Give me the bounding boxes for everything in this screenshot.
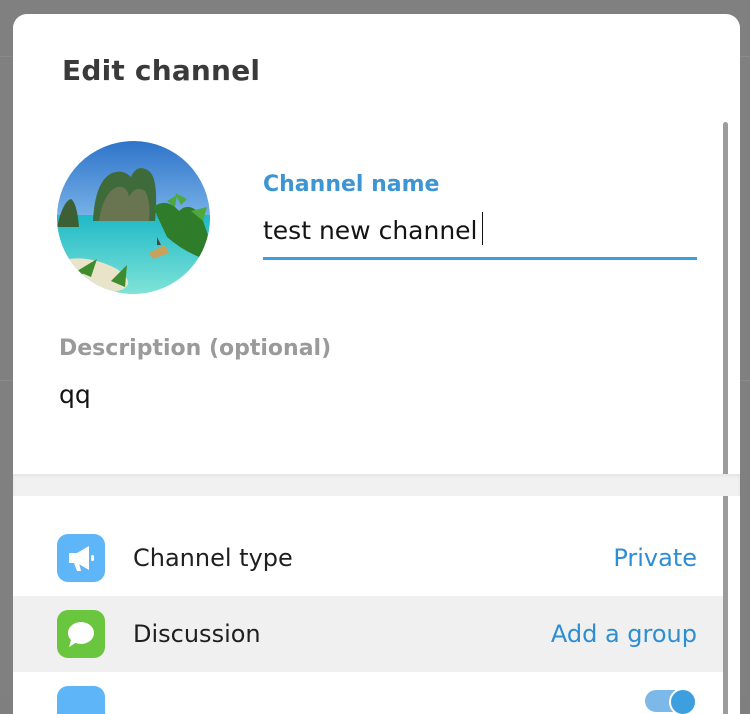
avatar-image [57, 141, 210, 294]
setting-value-link[interactable]: Add a group [551, 620, 697, 648]
setting-row-discussion[interactable]: Discussion Add a group [13, 596, 723, 672]
dialog-title: Edit channel [62, 54, 261, 87]
text-caret [482, 212, 483, 245]
channel-name-underline [263, 257, 697, 260]
toggle-knob [669, 688, 697, 714]
chat-bubble-icon [57, 610, 105, 658]
channel-name-input[interactable] [263, 210, 697, 250]
signature-toggle[interactable] [645, 688, 697, 714]
scrollbar[interactable] [723, 122, 728, 714]
description-label: Description (optional) [59, 336, 332, 361]
signature-icon [57, 686, 105, 714]
channel-avatar[interactable] [57, 141, 210, 294]
setting-row-channel-type[interactable]: Channel type Private [13, 520, 723, 596]
description-input[interactable] [59, 374, 679, 414]
setting-value-link[interactable]: Private [613, 544, 697, 572]
megaphone-icon [57, 534, 105, 582]
section-separator [13, 474, 740, 496]
setting-label: Channel type [133, 544, 293, 572]
edit-channel-dialog: Edit channel Channel name test new chann… [13, 14, 740, 714]
channel-name-label: Channel name [263, 172, 440, 197]
setting-label: Discussion [133, 620, 261, 648]
setting-row-signature[interactable] [13, 672, 723, 714]
